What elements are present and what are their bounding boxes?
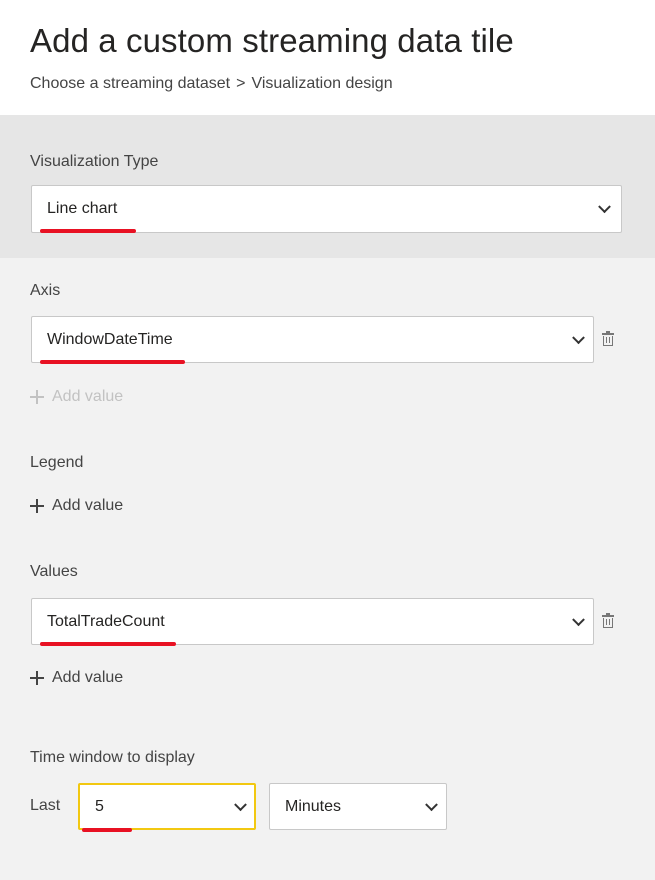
plus-icon — [30, 671, 44, 685]
chevron-down-icon — [572, 330, 585, 344]
visualization-type-section: Visualization Type Line chart — [0, 115, 655, 258]
chevron-down-icon — [598, 200, 611, 214]
highlight-underline — [40, 360, 185, 364]
values-dropdown[interactable]: TotalTradeCount — [31, 598, 594, 645]
values-add-value-label: Add value — [52, 669, 124, 686]
legend-add-value-label: Add value — [52, 497, 124, 514]
values-value: TotalTradeCount — [47, 612, 165, 630]
visualization-type-label: Visualization Type — [30, 153, 159, 170]
page-title: Add a custom streaming data tile — [30, 22, 514, 59]
chevron-down-icon — [572, 612, 585, 626]
time-window-unit-value: Minutes — [285, 797, 342, 815]
time-window-amount-value: 5 — [95, 797, 104, 815]
plus-icon — [30, 390, 44, 404]
breadcrumb-step-visualization: Visualization design — [251, 75, 393, 92]
trash-icon[interactable] — [602, 613, 614, 628]
highlight-underline — [40, 642, 176, 646]
breadcrumb-separator: > — [236, 75, 246, 92]
legend-add-value-button[interactable]: Add value — [30, 497, 123, 515]
header: Add a custom streaming data tile Choose … — [0, 0, 655, 115]
values-label: Values — [30, 563, 78, 580]
visualization-type-dropdown[interactable]: Line chart — [31, 185, 622, 233]
axis-dropdown[interactable]: WindowDateTime — [31, 316, 594, 363]
axis-add-value-label: Add value — [52, 388, 124, 405]
legend-label: Legend — [30, 454, 84, 471]
breadcrumb: Choose a streaming dataset > Visualization… — [30, 75, 393, 93]
time-window-amount-dropdown[interactable]: 5 — [78, 783, 256, 830]
highlight-underline — [40, 229, 136, 233]
breadcrumb-step-dataset[interactable]: Choose a streaming dataset — [30, 75, 230, 93]
highlight-underline — [82, 828, 132, 832]
chevron-down-icon — [234, 797, 247, 811]
values-add-value-button[interactable]: Add value — [30, 669, 123, 687]
time-window-unit-dropdown[interactable]: Minutes — [269, 783, 447, 830]
plus-icon — [30, 499, 44, 513]
chevron-down-icon — [425, 797, 438, 811]
axis-add-value-button: Add value — [30, 388, 123, 406]
axis-value: WindowDateTime — [47, 330, 173, 348]
trash-icon[interactable] — [602, 331, 614, 346]
time-window-label: Time window to display — [30, 749, 195, 766]
axis-label: Axis — [30, 282, 61, 299]
visualization-type-value: Line chart — [47, 200, 118, 217]
time-window-prefix: Last — [30, 797, 61, 814]
